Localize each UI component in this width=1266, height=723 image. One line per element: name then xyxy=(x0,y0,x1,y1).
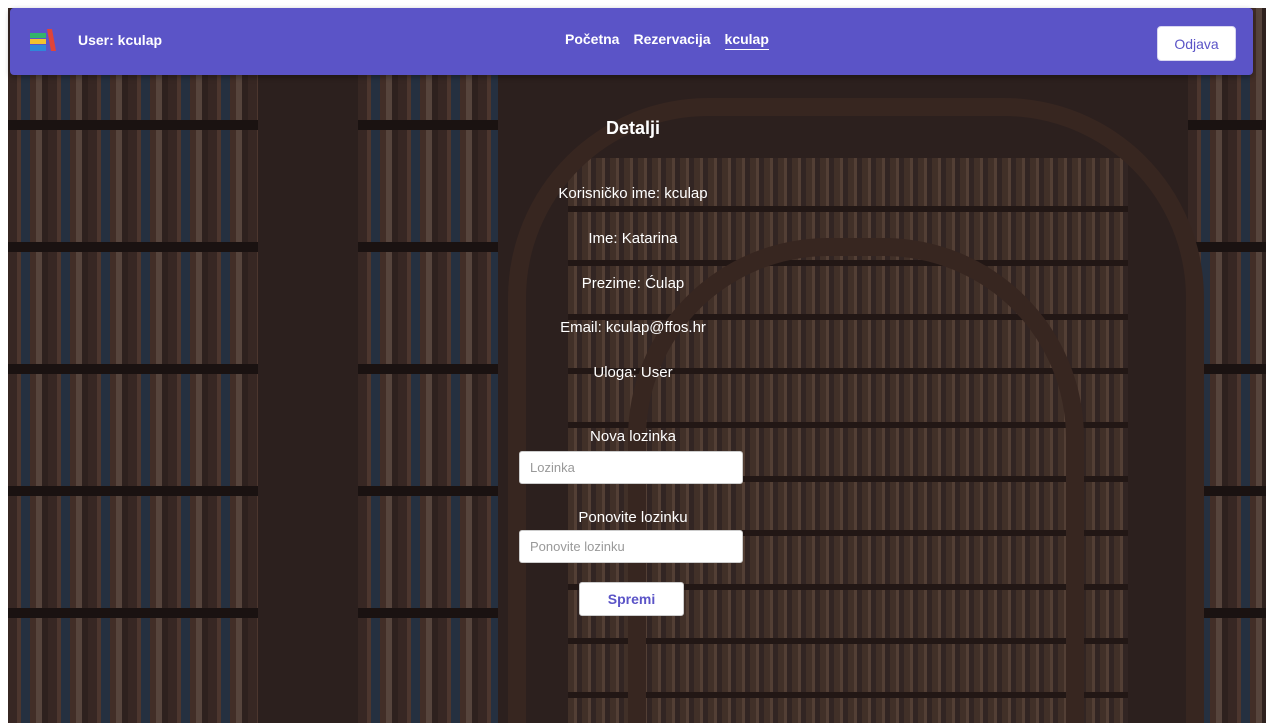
detail-last-name: Prezime: Ćulap xyxy=(581,275,685,292)
detail-username: Korisničko ime: kculap xyxy=(558,185,708,202)
new-password-input[interactable] xyxy=(519,451,743,484)
detail-email: Email: kculap@ffos.hr xyxy=(560,319,706,336)
detail-first-name: Ime: Katarina xyxy=(588,230,678,247)
save-button[interactable]: Spremi xyxy=(579,582,684,616)
detail-role: Uloga: User xyxy=(593,364,673,381)
page-title: Detalji xyxy=(605,118,661,138)
repeat-password-input[interactable] xyxy=(519,530,743,563)
profile-details: Detalji Korisničko ime: kculap Ime: Kata… xyxy=(0,0,1266,723)
new-password-label: Nova lozinka xyxy=(590,428,676,445)
repeat-password-label: Ponovite lozinku xyxy=(578,509,688,526)
